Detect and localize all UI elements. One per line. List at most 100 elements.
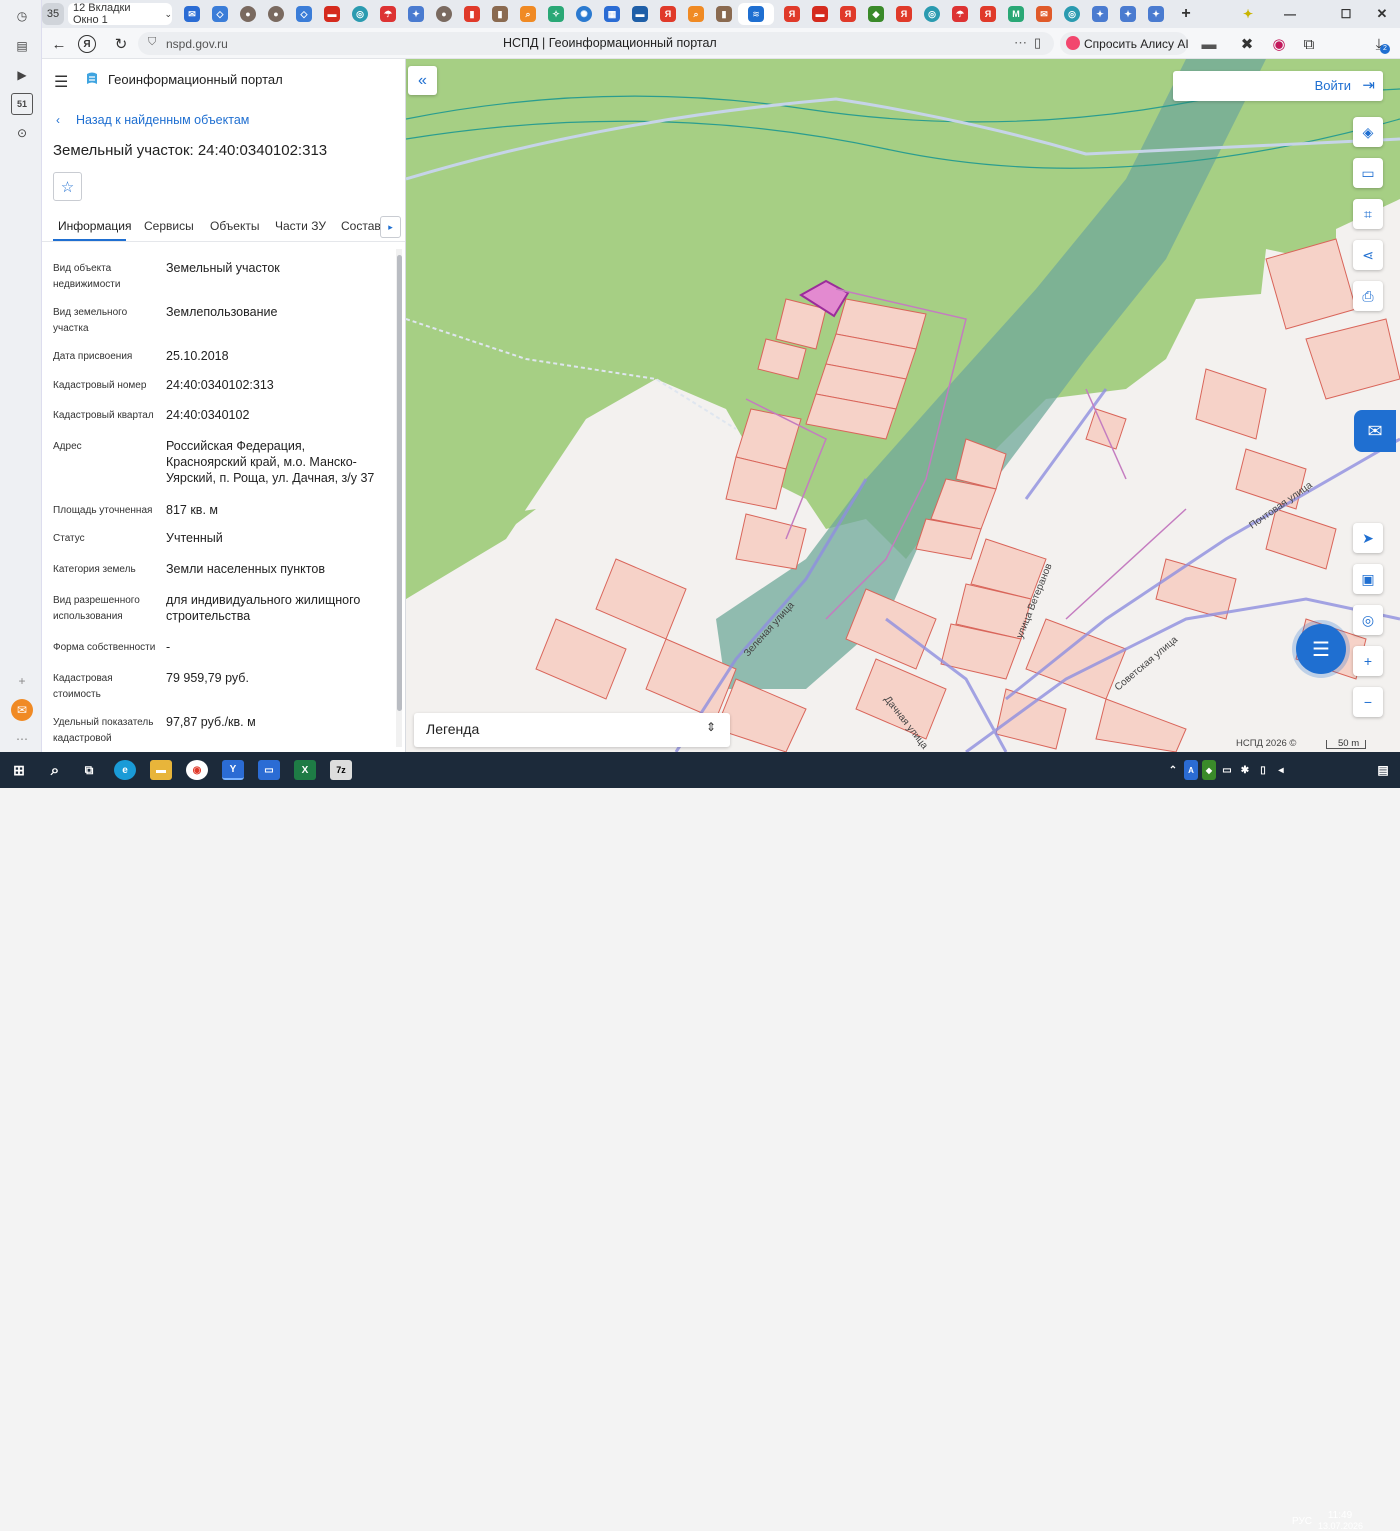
tray-app-icon[interactable]: ◆ — [1202, 760, 1216, 780]
tab-favicon-yandex[interactable]: Я — [840, 6, 856, 22]
bookmark-icon[interactable]: ▯ — [1034, 35, 1041, 51]
favorite-star-button[interactable]: ☆ — [53, 172, 82, 201]
menu-icon[interactable]: ☰ — [54, 72, 68, 92]
volume-icon[interactable]: ◂ — [1274, 760, 1288, 780]
task-view-icon[interactable]: ⧉ — [78, 760, 100, 780]
7zip-icon[interactable]: 7z — [330, 760, 352, 780]
tab-favicon-umbrella[interactable]: ☂ — [952, 6, 968, 22]
edge-icon[interactable]: e — [114, 760, 136, 780]
layers-button[interactable]: ◈ — [1353, 117, 1383, 147]
tab-favicon-game[interactable]: ◆ — [868, 6, 884, 22]
windows-start-icon[interactable]: ⊞ — [8, 760, 30, 780]
site-info-icon[interactable]: ⛉ — [148, 36, 156, 49]
hat-icon[interactable]: ▬ — [1198, 33, 1220, 55]
back-icon[interactable]: ← — [48, 33, 70, 55]
tray-a-icon[interactable]: A — [1184, 760, 1198, 780]
tab-favicon-spark[interactable]: ✧ — [548, 6, 564, 22]
tab-favicon-circle[interactable]: ◎ — [1064, 6, 1080, 22]
assistant-side-button[interactable]: ✉ — [1354, 410, 1396, 452]
new-tab-icon[interactable]: + — [1178, 5, 1194, 22]
login-button[interactable]: Войти ⇥ — [1173, 71, 1383, 101]
language-indicator[interactable]: РУС — [1292, 1516, 1312, 1527]
chevron-left-icon[interactable]: ‹ — [56, 113, 60, 127]
map-canvas[interactable]: Зеленая улица Дачная улица улица Ветеран… — [406, 59, 1400, 752]
tab-favicon-yandex[interactable]: Я — [784, 6, 800, 22]
tab-favicon-avatar[interactable]: ● — [240, 6, 256, 22]
tab-objects[interactable]: Объекты — [210, 219, 260, 233]
tab-favicon-emblem[interactable]: ✦ — [408, 6, 424, 22]
counter-badge[interactable]: 51 — [11, 93, 33, 115]
zoom-out-button[interactable]: − — [1353, 687, 1383, 717]
tab-favicon-box[interactable]: ▮ — [464, 6, 480, 22]
mail-icon[interactable]: ✉ — [11, 699, 33, 721]
legend-dropdown[interactable]: Легенда ⇕ — [414, 713, 730, 747]
maximize-icon[interactable]: ☐ — [1338, 6, 1354, 22]
browser-icon[interactable]: ◉ — [186, 760, 208, 780]
panel-scrollbar-thumb[interactable] — [397, 255, 402, 711]
clock[interactable]: 11:49 13.07.2026 — [1318, 1510, 1363, 1531]
screenshot-icon[interactable]: ⊙ — [11, 122, 33, 144]
geolocation-button[interactable]: ➤ — [1353, 523, 1383, 553]
url-field[interactable]: ⛉ nspd.gov.ru НСПД | Геоинформационный п… — [138, 32, 1054, 55]
zoom-in-button[interactable]: + — [1353, 646, 1383, 676]
yandex-browser-icon[interactable]: Y — [222, 760, 244, 780]
tray-chevron-icon[interactable]: ⌃ — [1166, 760, 1180, 780]
print-button[interactable]: ⎙ — [1353, 281, 1383, 311]
chat-button[interactable]: ☰ — [1296, 624, 1346, 674]
ruler-button[interactable]: ▭ — [1353, 158, 1383, 188]
more-icon[interactable]: ⋯ — [1014, 35, 1027, 51]
tab-favicon-bag[interactable]: ▮ — [716, 6, 732, 22]
tab-favicon-search[interactable]: ⌕ — [520, 6, 536, 22]
tab-favicon-grid[interactable]: ▦ — [604, 6, 620, 22]
file-explorer-icon[interactable]: ▬ — [150, 760, 172, 780]
tab-favicon-mail[interactable]: ✉ — [184, 6, 200, 22]
collapse-panel-button[interactable]: « — [408, 66, 437, 95]
locate-button[interactable]: ◎ — [1353, 605, 1383, 635]
tab-favicon-yandex[interactable]: Я — [896, 6, 912, 22]
back-to-results-link[interactable]: Назад к найденным объектам — [76, 113, 249, 127]
tab-favicon-bag[interactable]: ▮ — [492, 6, 508, 22]
tab-favicon-avatar[interactable]: ● — [268, 6, 284, 22]
alice-button[interactable]: Спросить Алису AI — [1060, 32, 1189, 55]
tab-favicon-emblem[interactable]: ✦ — [1120, 6, 1136, 22]
reload-icon[interactable]: ↻ — [110, 33, 132, 55]
tab-favicon-notify[interactable]: ✉ — [1036, 6, 1052, 22]
tab-parts[interactable]: Части ЗУ — [275, 219, 326, 233]
tab-favicon-circle[interactable]: ◎ — [352, 6, 368, 22]
excel-icon[interactable]: X — [294, 760, 316, 780]
notifications-icon[interactable]: ▤ — [1372, 760, 1394, 780]
tray-display-icon[interactable]: ▭ — [1220, 760, 1234, 780]
copy-icon[interactable]: ⧉ — [1298, 33, 1320, 55]
minimap-button[interactable]: ▣ — [1353, 564, 1383, 594]
tray-bluetooth-icon[interactable]: ✱ — [1238, 760, 1252, 780]
tab-favicon-emblem[interactable]: ✦ — [1148, 6, 1164, 22]
tab-favicon-yandex[interactable]: Я — [660, 6, 676, 22]
search-icon[interactable]: ⌕ — [44, 760, 66, 780]
tab-favicon-m[interactable]: M — [1008, 6, 1024, 22]
network-icon[interactable]: ▯ — [1256, 760, 1270, 780]
tab-favicon-flag[interactable]: ▬ — [324, 6, 340, 22]
extension-icon[interactable]: ✖ — [1236, 33, 1258, 55]
tab-favicon-yandex[interactable]: Я — [980, 6, 996, 22]
tab-favicon-avatar[interactable]: ● — [436, 6, 452, 22]
app-window-icon[interactable]: ▭ — [258, 760, 280, 780]
sparkle-icon[interactable]: ✦ — [1240, 6, 1256, 22]
minimize-icon[interactable]: — — [1282, 6, 1298, 22]
tab-favicon-umbrella[interactable]: ☂ — [380, 6, 396, 22]
tab-count[interactable]: 35 — [42, 3, 64, 25]
tab-active-nspd[interactable]: ≋ — [738, 3, 774, 25]
close-icon[interactable]: ✕ — [1374, 6, 1390, 22]
tab-group[interactable]: 12 Вкладки Окно 1 ⌄ — [68, 2, 172, 26]
area-select-button[interactable]: ⌗ — [1353, 199, 1383, 229]
tab-favicon-emblem[interactable]: ✦ — [1092, 6, 1108, 22]
tabs-scroll-right-button[interactable]: ▸ — [380, 216, 401, 238]
tab-favicon-circle[interactable]: ◎ — [924, 6, 940, 22]
play-icon[interactable]: ▶ — [11, 64, 33, 86]
tab-services[interactable]: Сервисы — [144, 219, 194, 233]
collections-icon[interactable]: ▤ — [11, 35, 33, 57]
history-icon[interactable]: ◷ — [11, 5, 33, 27]
yandex-icon[interactable]: Я — [78, 35, 96, 53]
tab-composition[interactable]: Состав — [341, 219, 381, 233]
tab-favicon-globe[interactable]: ✺ — [576, 6, 592, 22]
add-icon[interactable]: + — [11, 670, 33, 692]
